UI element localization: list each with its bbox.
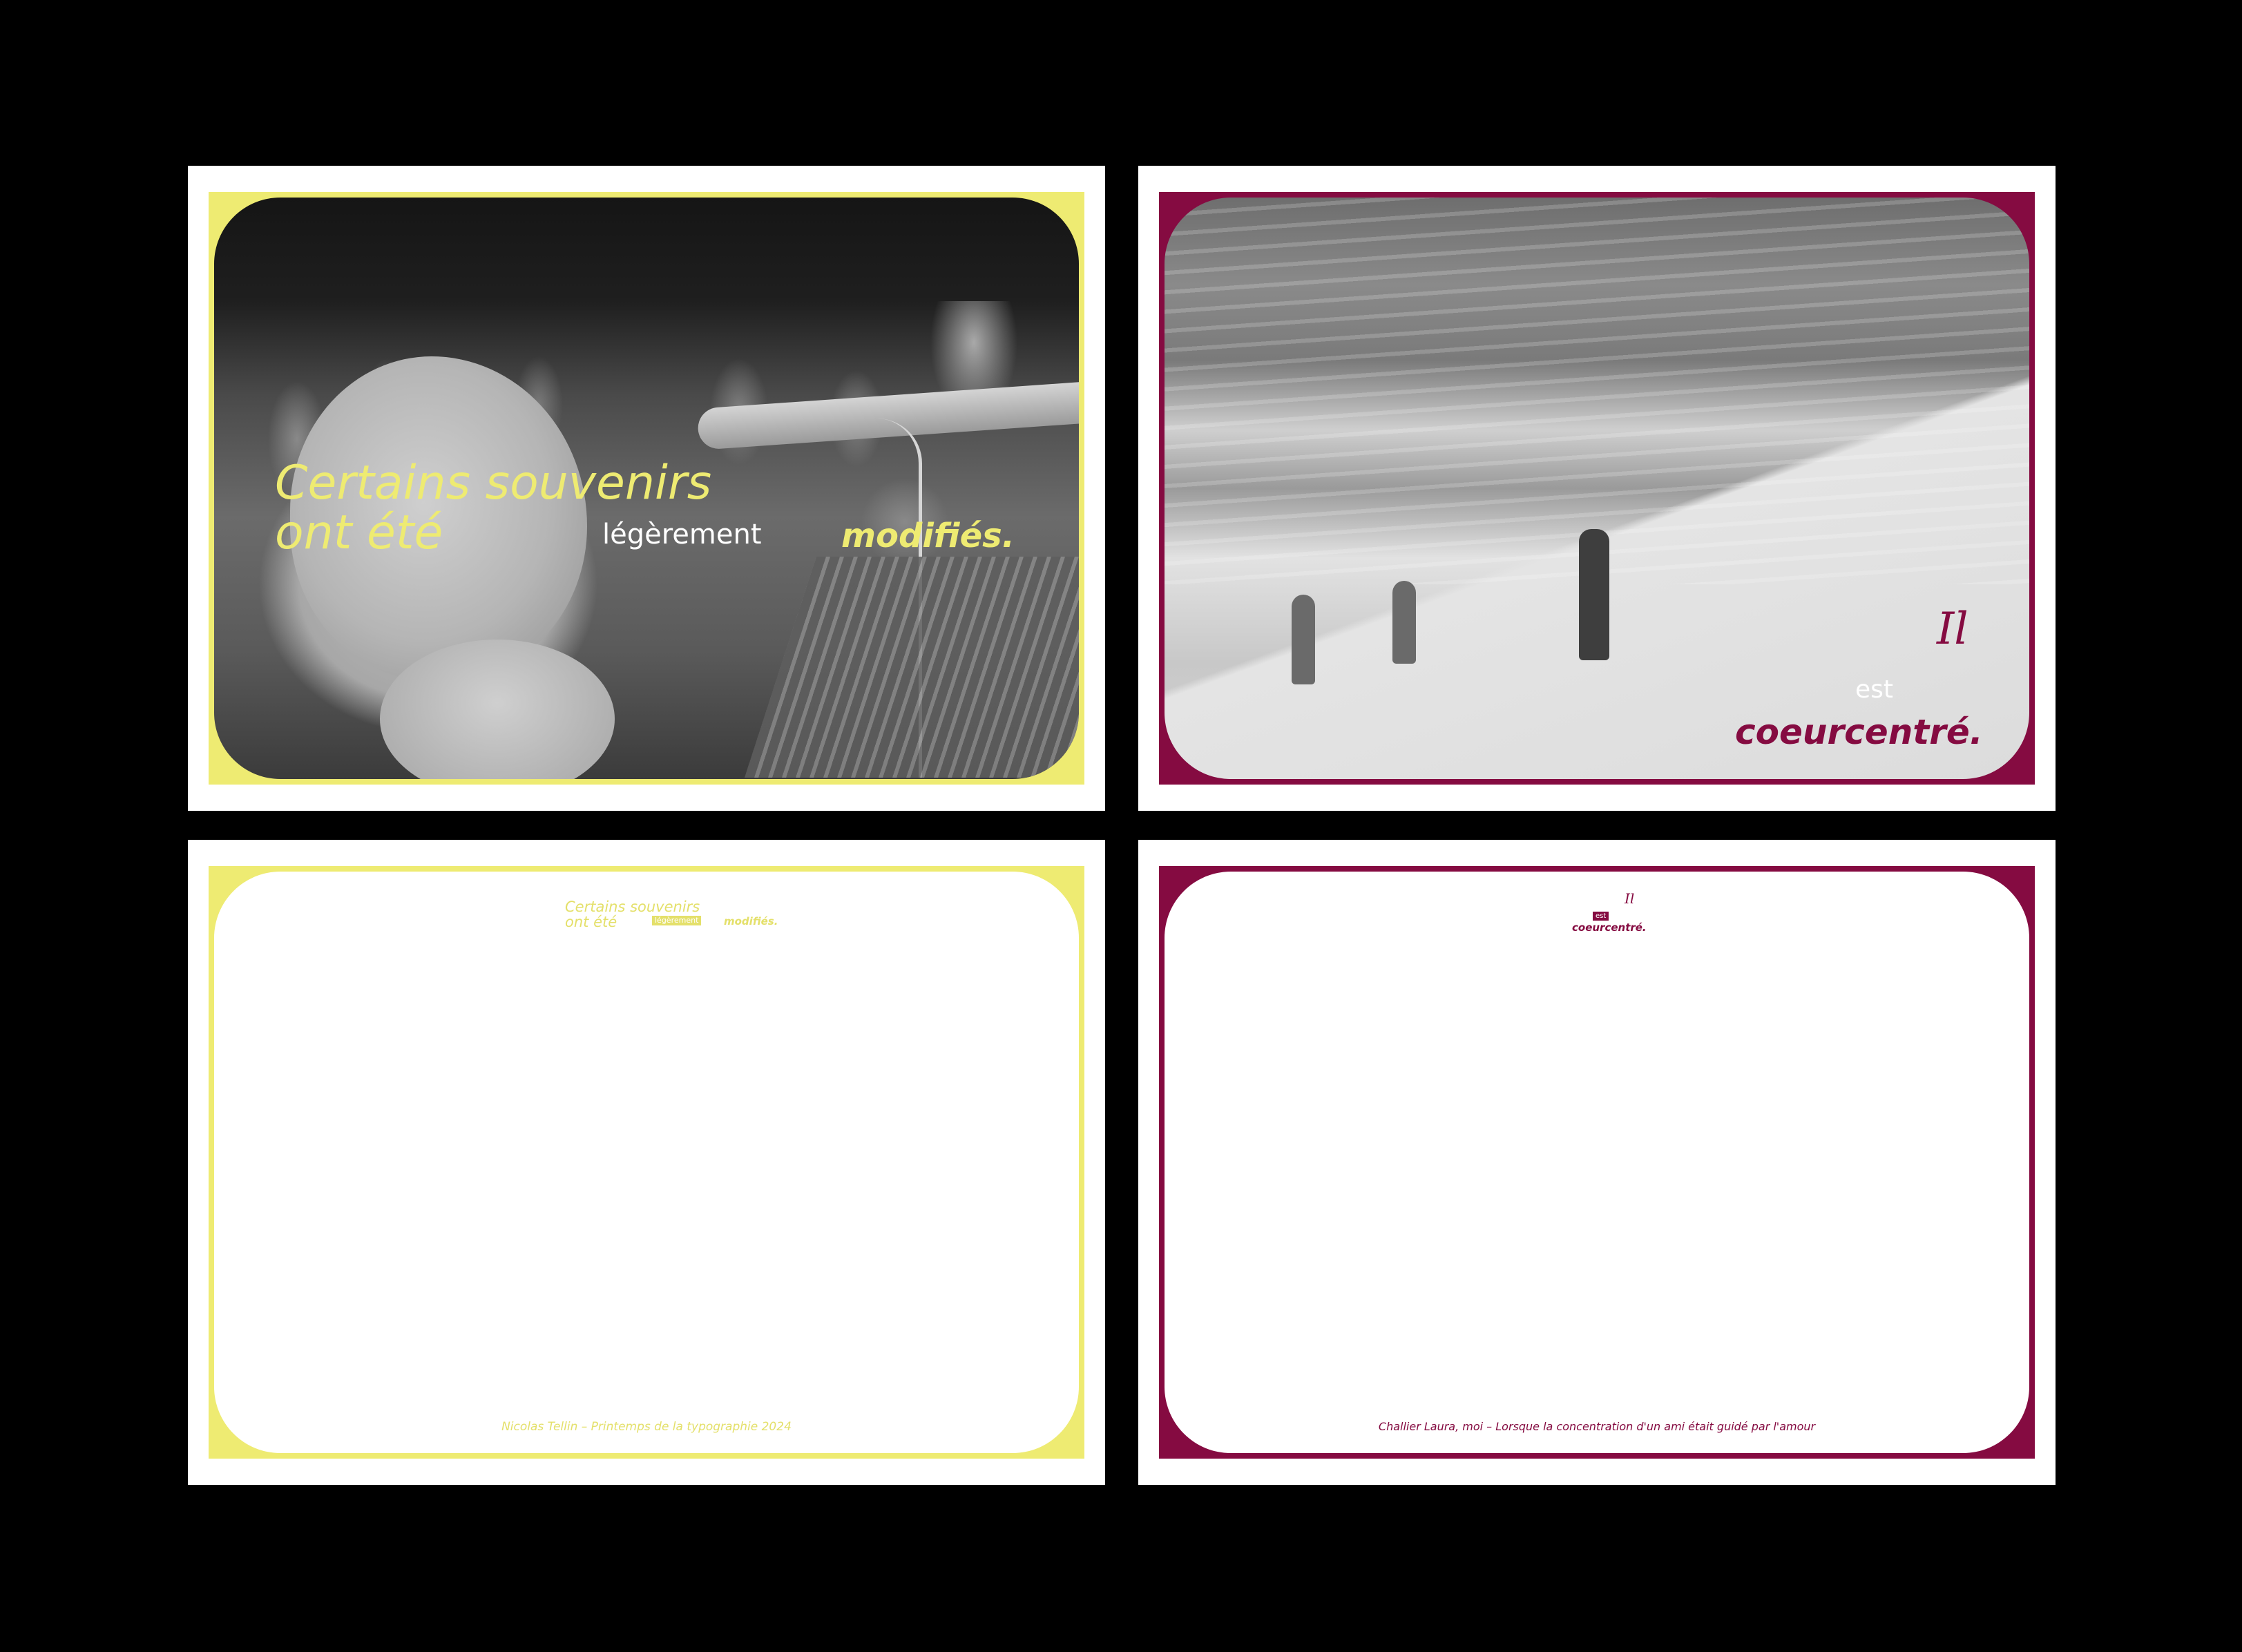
card-credit: Challier Laura, moi – Lorsque la concent… [1378, 1420, 1816, 1433]
concert-photo: Certains souvenirs ont été légèrement mo… [214, 198, 1079, 779]
headline-line1: Il [1937, 604, 1968, 655]
writing-area: Il est coeurcentré. Challier Laura, moi … [1165, 872, 2029, 1453]
postcard-front-purple: Il est coeurcentré. [1138, 166, 2056, 811]
ocean-waves-image [1165, 198, 2029, 584]
logo-line1: Il [1625, 890, 1635, 907]
logo-emphasis: coeurcentré. [1572, 921, 1647, 934]
headline-line2: ont été [275, 506, 443, 560]
logo-emphasis: modifiés. [724, 915, 778, 928]
postcard-back-purple: Il est coeurcentré. Challier Laura, moi … [1138, 840, 2056, 1485]
postcard-front-yellow: Certains souvenirs ont été légèrement mo… [188, 166, 1105, 811]
headline-emphasis-word: modifiés. [841, 517, 1015, 555]
headline-line1: Certains souvenirs [275, 456, 712, 510]
card-border-yellow: Certains souvenirs ont été légèrement mo… [209, 192, 1084, 785]
card-border-purple: Il est coeurcentré. Challier Laura, moi … [1159, 866, 2035, 1459]
postcard-back-yellow: Certains souvenirs ont été légèrement mo… [188, 840, 1105, 1485]
headline-middle-word: légèrement [602, 519, 762, 550]
logo-middle-badge: légèrement [652, 916, 702, 925]
card-border-purple: Il est coeurcentré. [1159, 192, 2035, 785]
logo-line2: ont été [565, 914, 617, 930]
card-credit: Nicolas Tellin – Printemps de la typogra… [501, 1420, 792, 1434]
adult-figure-image [1579, 529, 1609, 660]
beach-photo: Il est coeurcentré. [1165, 198, 2029, 779]
logo-line1: Certains souvenirs [565, 899, 700, 915]
headline-middle-word: est [1855, 675, 1894, 704]
logo-middle-badge: est [1593, 912, 1609, 921]
child-figure-image [1292, 595, 1315, 684]
headline-emphasis-word: coeurcentré. [1735, 712, 1983, 752]
card-border-yellow: Certains souvenirs ont été légèrement mo… [209, 866, 1084, 1459]
writing-area: Certains souvenirs ont été légèrement mo… [214, 872, 1079, 1453]
child-figure-image [1392, 581, 1416, 664]
